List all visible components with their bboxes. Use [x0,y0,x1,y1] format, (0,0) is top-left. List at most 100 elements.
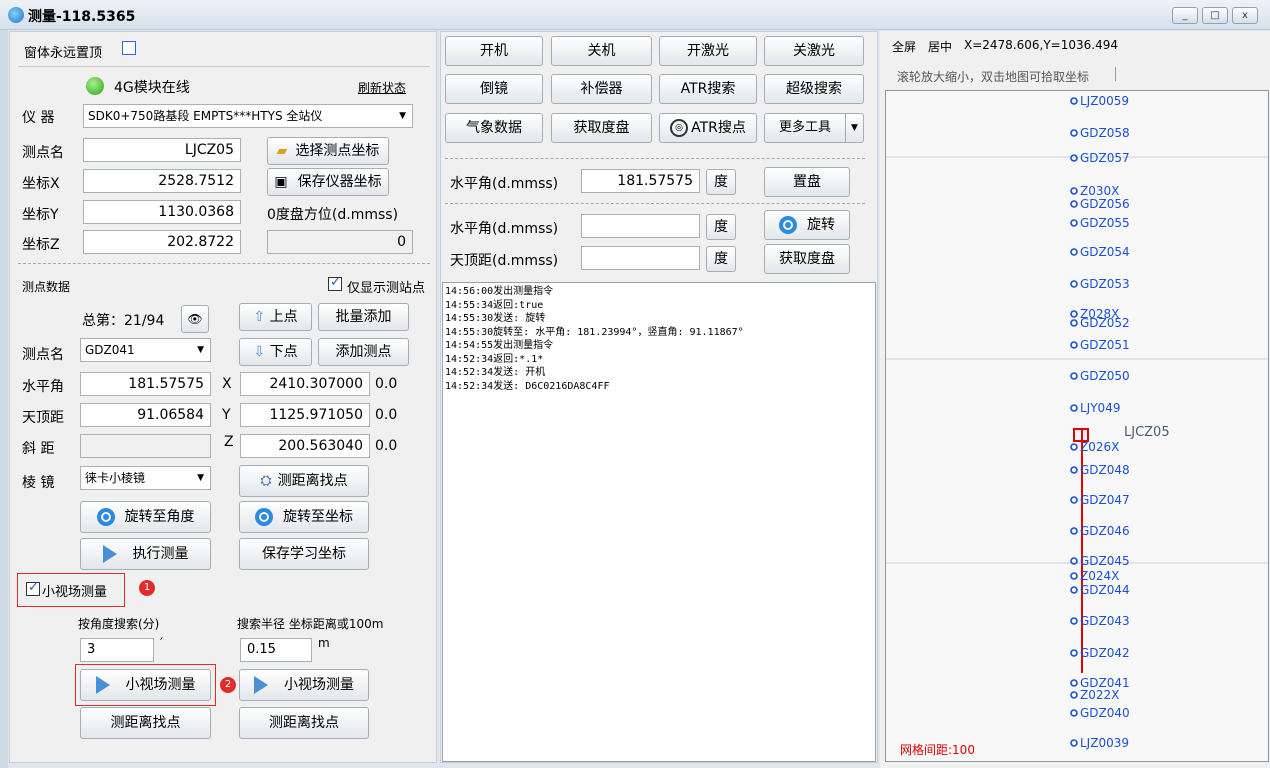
zero-azimuth-input[interactable]: 0 [267,230,413,254]
refresh-status-link[interactable]: 刷新状态 [358,79,406,96]
super-search-button[interactable]: 超级搜索 [764,74,864,104]
map-point[interactable] [1070,466,1078,474]
map-point[interactable] [1070,617,1078,625]
slope-distance-input[interactable] [80,434,211,458]
maximize-button[interactable]: □ [1202,7,1228,24]
compensator-button[interactable]: 补偿器 [551,74,652,104]
laser-off-button[interactable]: 关激光 [764,36,864,66]
always-on-top-checkbox[interactable] [122,41,136,55]
zenith-input[interactable]: 91.06584 [80,403,211,427]
survey-map[interactable]: LJZ0059 GDZ058 GDZ057 Z030X GDZ056 GDZ055 GDZ0… [885,90,1269,762]
power-off-button[interactable]: 关机 [551,36,652,66]
map-point[interactable] [1070,154,1078,162]
map-point-label: Z030X [1080,184,1119,198]
prism-select[interactable]: 徕卡小棱镜 ▼ [80,466,211,490]
laser-on-button[interactable]: 开激光 [659,36,757,66]
minimize-button[interactable]: _ [1172,7,1198,24]
binoculars-icon: ⛭ [260,473,272,489]
station-x-input[interactable]: 2528.7512 [83,169,241,193]
map-point[interactable] [1070,200,1078,208]
map-point[interactable] [1070,97,1078,105]
show-only-station-label: 仅显示测站点 [347,281,426,296]
small-field-measure-button-1[interactable]: 小视场测量 [80,669,211,701]
small-field-measure-button-2[interactable]: 小视场测量 [239,669,369,701]
distance-find-button-3[interactable]: 测距离找点 [239,707,369,739]
center-link[interactable]: 居中 [928,38,952,55]
search-radius-input[interactable]: 0.15 [240,638,312,662]
map-point[interactable] [1070,248,1078,256]
save-learned-coord-button[interactable]: 保存学习坐标 [239,538,369,570]
station-z-input[interactable]: 202.8722 [83,230,241,254]
map-point[interactable] [1070,649,1078,657]
map-point[interactable] [1070,527,1078,535]
map-point[interactable] [1070,280,1078,288]
set-disk-button[interactable]: 置盘 [764,167,850,197]
chevron-down-icon: ▼ [845,114,863,142]
distance-find-button[interactable]: ⛭ 测距离找点 [239,465,369,497]
fullscreen-link[interactable]: 全屏 [892,38,916,55]
map-point[interactable] [1070,739,1078,747]
map-point[interactable] [1070,443,1078,451]
reverse-face-button[interactable]: 倒镜 [445,74,543,104]
small-field-measure-label-1: 小视场测量 [125,677,196,693]
hz-angle-set-input[interactable]: 181.57575 [581,169,700,193]
map-point[interactable] [1070,310,1078,318]
map-point[interactable] [1070,709,1078,717]
show-only-station-checkbox[interactable] [328,275,342,291]
close-button[interactable]: x [1232,7,1258,24]
deg-button-3[interactable]: 度 [706,246,736,272]
batch-add-button[interactable]: 批量添加 [318,303,409,331]
atr-point-button[interactable]: ◎ ATR搜点 [659,113,757,143]
map-point-label: GDZ052 [1080,316,1130,330]
chevron-down-icon: ▼ [197,473,204,483]
map-point[interactable] [1070,586,1078,594]
map-point[interactable] [1070,372,1078,380]
map-point[interactable] [1070,219,1078,227]
map-point[interactable] [1070,496,1078,504]
z-value-input[interactable]: 200.563040 [240,434,370,458]
zenith-rotate-input[interactable] [581,246,700,270]
station-name-input[interactable]: LJCZ05 [83,138,241,162]
get-disk-button[interactable]: 获取度盘 [551,113,652,143]
distance-find-button-2[interactable]: 测距离找点 [80,707,211,739]
get-disk-button-2[interactable]: 获取度盘 [764,244,850,274]
instrument-select[interactable]: SDK0+750路基段 EMPTS***HTYS 全站仪 ▼ [83,104,413,128]
hz-angle-rotate-input[interactable] [581,214,700,238]
log-output[interactable]: 14:56:00发出测量指令 14:55:34返回:true 14:55:30发… [442,282,876,762]
divider [18,263,430,264]
map-point[interactable] [1070,404,1078,412]
hz-angle-input[interactable]: 181.57575 [80,372,211,396]
small-field-checkbox[interactable] [26,580,40,596]
grid-spacing-label: 网格间距:100 [900,743,975,757]
angle-search-input[interactable]: 3 [80,638,154,662]
binoculars-button[interactable]: 👁 [181,305,209,333]
execute-measure-button[interactable]: 执行测量 [80,538,211,570]
rotate-to-coord-button[interactable]: 旋转至坐标 [239,501,369,533]
next-point-button[interactable]: ⇩ 下点 [239,338,312,366]
map-point[interactable] [1070,319,1078,327]
map-canvas[interactable]: LJZ0059 GDZ058 GDZ057 Z030XGDZ056 GDZ055 GDZ0… [886,91,1269,762]
instrument-label: 仪 器 [22,110,55,126]
point-select[interactable]: GDZ041 ▼ [80,338,211,362]
power-on-button[interactable]: 开机 [445,36,543,66]
prev-point-button[interactable]: ⇧ 上点 [239,303,312,331]
rotate-button[interactable]: 旋转 [764,210,850,240]
map-point[interactable] [1070,679,1078,687]
save-instrument-button[interactable]: ▣ 保存仪器坐标 [267,168,389,196]
map-point[interactable] [1070,187,1078,195]
weather-data-button[interactable]: 气象数据 [445,113,543,143]
x-value-input[interactable]: 2410.307000 [240,372,370,396]
map-point[interactable] [1070,691,1078,699]
rotate-to-angle-button[interactable]: 旋转至角度 [80,501,211,533]
map-point[interactable] [1070,341,1078,349]
map-point[interactable] [1070,572,1078,580]
atr-search-button[interactable]: ATR搜索 [659,74,757,104]
deg-button-1[interactable]: 度 [706,169,736,195]
station-y-input[interactable]: 1130.0368 [83,200,241,224]
y-value-input[interactable]: 1125.971050 [240,403,370,427]
map-point[interactable] [1070,129,1078,137]
add-point-button[interactable]: 添加测点 [318,338,409,366]
deg-button-2[interactable]: 度 [706,214,736,240]
more-tools-button[interactable]: 更多工具 ▼ [764,113,864,143]
select-station-button[interactable]: ▰ 选择测点坐标 [267,137,389,165]
